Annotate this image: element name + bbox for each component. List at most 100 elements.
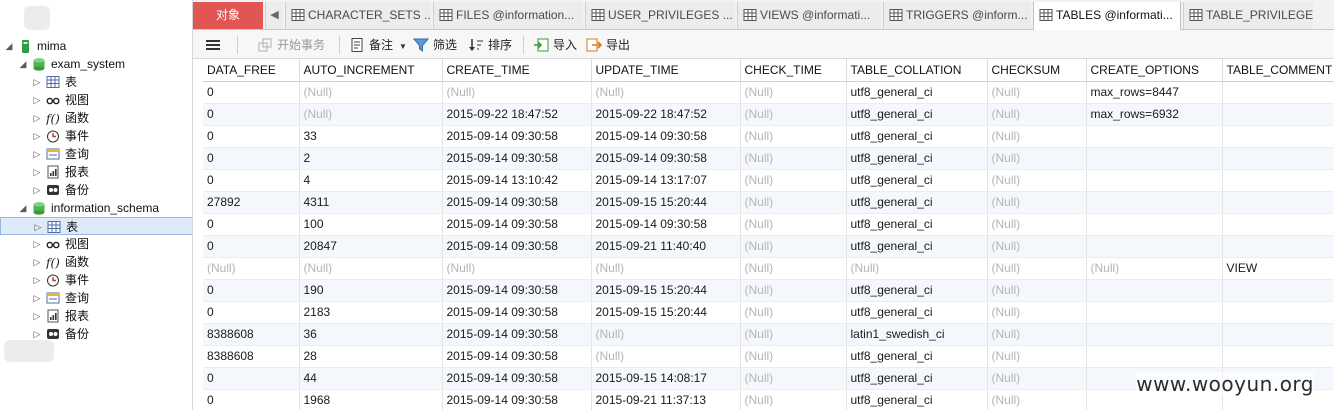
- table-cell[interactable]: 0: [203, 389, 300, 410]
- tree-node[interactable]: ▷ f() 函数: [0, 253, 192, 271]
- table-cell[interactable]: [1222, 235, 1334, 258]
- tree-node[interactable]: ▷ 视图: [0, 235, 192, 253]
- table-cell[interactable]: 33: [299, 125, 443, 148]
- table-cell[interactable]: 4: [299, 169, 443, 192]
- tab-6[interactable]: TABLE_PRIVILEGES: [1183, 2, 1313, 29]
- table-cell[interactable]: [1086, 169, 1223, 192]
- table-cell[interactable]: (Null): [987, 389, 1087, 410]
- table-row[interactable]: (Null) (Null) (Null) (Null) (Null) (Null) (Nul…: [203, 257, 1334, 280]
- table-cell[interactable]: (Null): [740, 191, 847, 214]
- table-cell[interactable]: [1086, 323, 1223, 346]
- table-cell[interactable]: (Null): [987, 235, 1087, 258]
- tree-expand-icon[interactable]: ▷: [32, 235, 42, 253]
- tab-3[interactable]: VIEWS @informati...: [737, 2, 881, 29]
- tab-2[interactable]: USER_PRIVILEGES ...: [585, 2, 735, 29]
- column-header[interactable]: CHECK_TIME: [740, 59, 847, 82]
- tree-collapse-icon[interactable]: ◢: [18, 199, 28, 217]
- table-cell[interactable]: 0: [203, 301, 300, 324]
- table-cell[interactable]: utf8_general_ci: [846, 213, 988, 236]
- column-header[interactable]: CHECKSUM: [987, 59, 1087, 82]
- table-cell[interactable]: utf8_general_ci: [846, 81, 988, 104]
- tree-expand-icon[interactable]: ▷: [32, 307, 42, 325]
- tree-collapse-icon[interactable]: ◢: [18, 55, 28, 73]
- table-cell[interactable]: 2015-09-14 09:30:58: [442, 213, 592, 236]
- table-cell[interactable]: (Null): [987, 81, 1087, 104]
- table-cell[interactable]: utf8_general_ci: [846, 301, 988, 324]
- table-cell[interactable]: (Null): [442, 257, 592, 280]
- table-row[interactable]: 0 4 2015-09-14 13:10:42 2015-09-14 13:17:07…: [203, 169, 1334, 192]
- table-cell[interactable]: (Null): [740, 213, 847, 236]
- table-cell[interactable]: 2015-09-14 09:30:58: [442, 235, 592, 258]
- table-cell[interactable]: (Null): [591, 345, 741, 368]
- table-cell[interactable]: (Null): [987, 345, 1087, 368]
- table-cell[interactable]: 2015-09-14 09:30:58: [591, 147, 741, 170]
- table-cell[interactable]: utf8_general_ci: [846, 169, 988, 192]
- table-cell[interactable]: 2015-09-22 18:47:52: [442, 103, 592, 126]
- table-cell[interactable]: 2015-09-14 13:10:42: [442, 169, 592, 192]
- table-cell[interactable]: (Null): [987, 213, 1087, 236]
- table-cell[interactable]: utf8_general_ci: [846, 235, 988, 258]
- tab-objects[interactable]: 对象: [193, 2, 263, 29]
- table-cell[interactable]: (Null): [442, 81, 592, 104]
- table-row[interactable]: 0 190 2015-09-14 09:30:58 2015-09-15 15:20:…: [203, 279, 1334, 302]
- table-cell[interactable]: (Null): [987, 125, 1087, 148]
- tree-node[interactable]: ◢ mima: [0, 37, 192, 55]
- table-cell[interactable]: 8388608: [203, 345, 300, 368]
- table-cell[interactable]: (Null): [740, 147, 847, 170]
- tree-node[interactable]: ▷ 查询: [0, 289, 192, 307]
- table-cell[interactable]: max_rows=8447: [1086, 81, 1223, 104]
- table-cell[interactable]: (Null): [299, 257, 443, 280]
- tree-expand-icon[interactable]: ▷: [33, 218, 43, 236]
- table-cell[interactable]: (Null): [740, 169, 847, 192]
- tree-expand-icon[interactable]: ▷: [32, 181, 42, 199]
- tree-node[interactable]: ▷ 视图: [0, 91, 192, 109]
- tree-expand-icon[interactable]: ▷: [32, 271, 42, 289]
- tree-expand-icon[interactable]: ▷: [32, 109, 42, 127]
- table-cell[interactable]: 28: [299, 345, 443, 368]
- tree-collapse-icon[interactable]: ◢: [4, 37, 14, 55]
- table-cell[interactable]: (Null): [299, 103, 443, 126]
- table-row[interactable]: 0 (Null) 2015-09-22 18:47:52 2015-09-22 18:…: [203, 103, 1334, 126]
- table-cell[interactable]: (Null): [299, 81, 443, 104]
- table-cell[interactable]: 0: [203, 169, 300, 192]
- table-cell[interactable]: (Null): [740, 301, 847, 324]
- table-cell[interactable]: [1086, 213, 1223, 236]
- table-cell[interactable]: (Null): [740, 367, 847, 390]
- table-cell[interactable]: [1222, 279, 1334, 302]
- table-cell[interactable]: 2015-09-15 15:20:44: [591, 191, 741, 214]
- table-cell[interactable]: [1222, 323, 1334, 346]
- table-cell[interactable]: 0: [203, 147, 300, 170]
- table-cell[interactable]: [1222, 103, 1334, 126]
- column-header[interactable]: DATA_FREE: [203, 59, 300, 82]
- table-cell[interactable]: latin1_swedish_ci: [846, 323, 988, 346]
- table-row[interactable]: 0 2 2015-09-14 09:30:58 2015-09-14 09:30:58…: [203, 147, 1334, 170]
- tree-expand-icon[interactable]: ▷: [32, 253, 42, 271]
- table-cell[interactable]: VIEW: [1222, 257, 1334, 280]
- table-cell[interactable]: utf8_general_ci: [846, 279, 988, 302]
- column-header[interactable]: AUTO_INCREMENT: [299, 59, 443, 82]
- table-cell[interactable]: utf8_general_ci: [846, 103, 988, 126]
- tree-node[interactable]: ◢ information_schema: [0, 199, 192, 217]
- table-cell[interactable]: (Null): [987, 103, 1087, 126]
- table-cell[interactable]: 2015-09-21 11:40:40: [591, 235, 741, 258]
- table-row[interactable]: 27892 4311 2015-09-14 09:30:58 2015-09-15 1…: [203, 191, 1334, 214]
- tree-node[interactable]: ▷ 表: [0, 217, 192, 236]
- table-cell[interactable]: [1086, 147, 1223, 170]
- table-cell[interactable]: 2015-09-15 14:08:17: [591, 367, 741, 390]
- table-cell[interactable]: 2015-09-14 09:30:58: [442, 279, 592, 302]
- table-cell[interactable]: 2015-09-22 18:47:52: [591, 103, 741, 126]
- tree-expand-icon[interactable]: ▷: [32, 145, 42, 163]
- column-header[interactable]: TABLE_COMMENT: [1222, 59, 1334, 82]
- tree-node[interactable]: ▷ 事件: [0, 127, 192, 145]
- table-cell[interactable]: 2015-09-14 09:30:58: [442, 301, 592, 324]
- table-cell[interactable]: (Null): [740, 235, 847, 258]
- table-cell[interactable]: (Null): [591, 257, 741, 280]
- table-cell[interactable]: [1086, 125, 1223, 148]
- table-cell[interactable]: (Null): [591, 81, 741, 104]
- table-cell[interactable]: 8388608: [203, 323, 300, 346]
- table-cell[interactable]: [1086, 279, 1223, 302]
- table-cell[interactable]: [1222, 301, 1334, 324]
- table-cell[interactable]: 0: [203, 125, 300, 148]
- tree-node[interactable]: ▷ 报表: [0, 163, 192, 181]
- table-cell[interactable]: [1222, 345, 1334, 368]
